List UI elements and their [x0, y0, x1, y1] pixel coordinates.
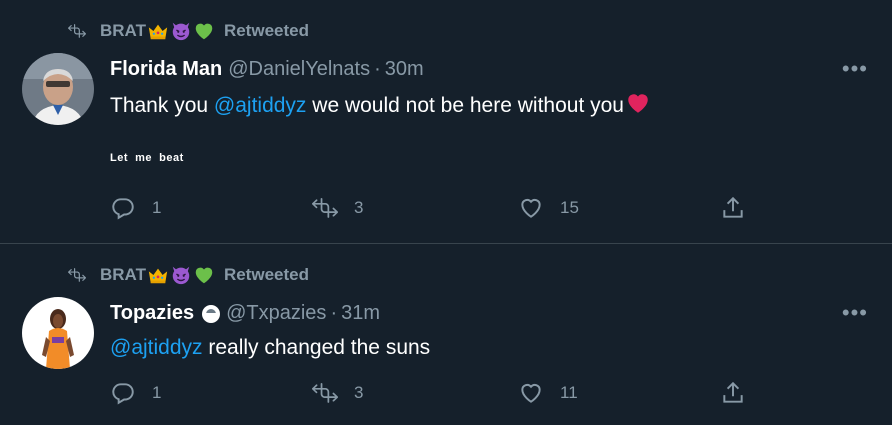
tweet-text: Thank you @ajtiddyz we would not be here…: [110, 90, 651, 122]
handle[interactable]: @DanielYelnats: [228, 58, 370, 81]
crown-emoji: [148, 24, 168, 40]
verified-circle-icon: [202, 304, 221, 323]
like-icon: [521, 198, 541, 218]
retweeter-emojis: [147, 264, 216, 286]
more-icon[interactable]: •••: [842, 300, 868, 326]
timestamp[interactable]: 31m: [341, 302, 380, 325]
display-name[interactable]: Topazies: [110, 302, 194, 325]
tweet-actions: 1 3 11: [110, 380, 750, 410]
tweet-header: Florida Man @DanielYelnats · 30m: [110, 58, 424, 81]
retweeter-emojis: [147, 20, 216, 42]
retweet-count: 3: [354, 383, 364, 402]
more-icon[interactable]: •••: [842, 56, 868, 82]
like-button[interactable]: 15: [518, 195, 579, 221]
tweet-actions: 1 3 15: [110, 195, 750, 225]
devil-emoji: [172, 266, 190, 285]
retweet-icon: [312, 198, 338, 218]
reply-button[interactable]: 1: [110, 195, 161, 221]
reply-icon: [112, 198, 134, 220]
timestamp[interactable]: 30m: [385, 58, 424, 81]
mention-link[interactable]: @ajtiddyz: [110, 336, 203, 360]
devil-emoji: [172, 22, 190, 41]
share-icon: [723, 196, 743, 218]
like-count: 11: [560, 383, 578, 402]
retweet-icon: [68, 268, 86, 282]
tweet[interactable]: BRAT Retweeted Topazies @Txpazies · 31m …: [0, 244, 892, 425]
tweet[interactable]: BRAT Retweeted Florida Man @DanielYelnat…: [0, 0, 892, 244]
separator: ·: [374, 58, 381, 80]
green-heart-emoji: [195, 23, 213, 40]
display-name[interactable]: Florida Man: [110, 58, 222, 81]
avatar[interactable]: [22, 53, 94, 125]
tweet-text-end: we would not be here without you: [306, 94, 624, 117]
reply-count: 1: [152, 198, 162, 217]
retweet-button[interactable]: 3: [312, 195, 363, 221]
tweet-text-start: Thank you: [110, 94, 214, 117]
like-count: 15: [560, 198, 579, 217]
avatar[interactable]: [22, 297, 94, 369]
retweet-icon: [68, 24, 86, 38]
like-icon: [521, 383, 541, 403]
media-caption: Let me beat: [110, 152, 184, 164]
tweet-header: Topazies @Txpazies · 31m: [110, 302, 380, 325]
like-button[interactable]: 11: [518, 380, 578, 406]
mention-link[interactable]: @ajtiddyz: [214, 94, 307, 118]
share-button[interactable]: [720, 380, 762, 406]
avatar-image: [22, 297, 94, 369]
retweet-context: BRAT Retweeted: [68, 264, 309, 286]
retweet-count: 3: [354, 198, 364, 217]
handle[interactable]: @Txpazies: [226, 302, 326, 325]
reply-count: 1: [152, 383, 162, 402]
retweeted-label: Retweeted: [223, 265, 309, 284]
reply-icon: [112, 383, 134, 405]
share-icon: [723, 381, 743, 403]
retweet-icon: [312, 383, 338, 403]
retweeted-label: Retweeted: [223, 21, 309, 40]
tweet-text-end: really changed the suns: [202, 336, 431, 359]
tweet-text: @ajtiddyz really changed the suns: [110, 336, 430, 360]
green-heart-emoji: [195, 267, 213, 284]
retweeter-name[interactable]: BRAT: [100, 265, 146, 285]
retweet-button[interactable]: 3: [312, 380, 363, 406]
red-heart-emoji: [624, 90, 651, 122]
crown-emoji: [148, 268, 168, 284]
avatar-image: [22, 53, 94, 125]
separator: ·: [330, 302, 338, 324]
retweeter-name[interactable]: BRAT: [100, 21, 146, 41]
retweet-context: BRAT Retweeted: [68, 20, 309, 42]
reply-button[interactable]: 1: [110, 380, 161, 406]
share-button[interactable]: [720, 195, 762, 221]
